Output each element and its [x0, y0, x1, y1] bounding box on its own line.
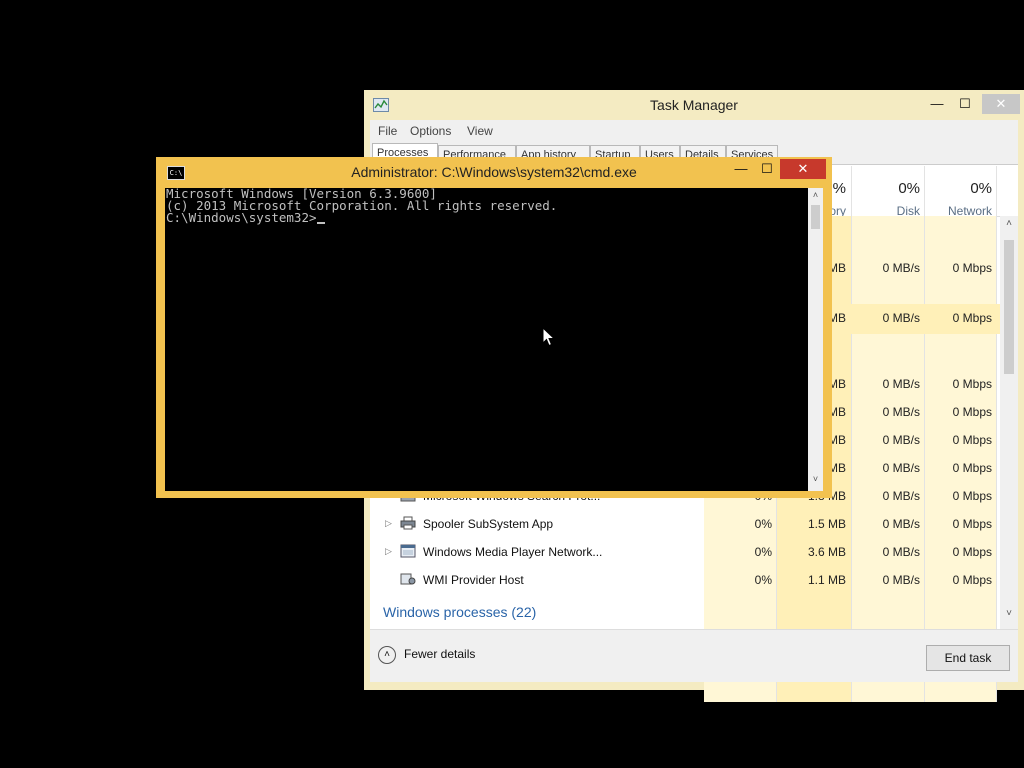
table-row[interactable]: WMI Provider Host 0% 1.1 MB 0 MB/s 0 Mbp…: [370, 566, 1000, 594]
console-prompt-line: C:\Windows\system32>: [165, 210, 808, 225]
column-separator: [924, 166, 925, 216]
menu-bar: File Options View: [370, 120, 1018, 142]
disk-cell: 0 MB/s: [882, 461, 920, 475]
console-area[interactable]: Microsoft Windows [Version 6.3.9600] (c)…: [165, 188, 808, 491]
process-name: Windows Media Player Network...: [423, 545, 603, 559]
disk-percent[interactable]: 0%: [870, 180, 920, 197]
printer-icon: [400, 516, 416, 530]
menu-options[interactable]: Options: [410, 124, 451, 138]
menu-file[interactable]: File: [378, 124, 397, 138]
network-cell: 0 Mbps: [952, 489, 992, 503]
footer-bar: ˄ Fewer details End task: [370, 629, 1018, 682]
memory-cell: 3.6 MB: [807, 545, 846, 559]
cmd-window: C:\ Administrator: C:\Windows\system32\c…: [156, 157, 832, 498]
column-separator: [851, 166, 852, 216]
console-scrollbar[interactable]: ˄ ˅: [808, 188, 823, 491]
chevron-up-icon: ˄: [378, 646, 396, 664]
scroll-up-icon[interactable]: ˄: [1000, 218, 1018, 229]
network-cell: 0 Mbps: [952, 573, 992, 587]
network-cell: 0 Mbps: [952, 405, 992, 419]
minimize-button[interactable]: —: [728, 159, 754, 179]
disk-cell: 0 MB/s: [882, 405, 920, 419]
expand-arrow-icon[interactable]: ▷: [385, 546, 392, 557]
network-cell: 0 Mbps: [952, 433, 992, 447]
task-manager-titlebar[interactable]: Task Manager — ☐ ✕: [364, 90, 1024, 120]
menu-view[interactable]: View: [467, 124, 493, 138]
disk-cell: 0 MB/s: [882, 545, 920, 559]
process-name: WMI Provider Host: [423, 573, 524, 587]
network-cell: 0 Mbps: [952, 261, 992, 275]
disk-cell: 0 MB/s: [882, 377, 920, 391]
mouse-pointer-icon: [542, 327, 556, 347]
close-button[interactable]: ✕: [982, 94, 1020, 114]
fewer-details-label: Fewer details: [404, 647, 476, 662]
process-name: Spooler SubSystem App: [423, 517, 554, 531]
network-cell: 0 Mbps: [952, 545, 992, 559]
network-cell: 0 Mbps: [952, 517, 992, 531]
cpu-cell: 0%: [754, 545, 772, 559]
maximize-button[interactable]: ☐: [754, 159, 780, 179]
table-row[interactable]: ▷ Spooler SubSystem App 0% 1.5 MB 0 MB/s…: [370, 510, 1000, 538]
scroll-up-icon[interactable]: ˄: [808, 190, 823, 200]
cpu-cell: 0%: [754, 517, 772, 531]
disk-cell: 0 MB/s: [882, 517, 920, 531]
disk-cell: 0 MB/s: [882, 433, 920, 447]
memory-cell: 1.5 MB: [807, 517, 846, 531]
cpu-cell: 0%: [754, 573, 772, 587]
scroll-down-icon[interactable]: ˅: [1000, 608, 1018, 619]
scroll-thumb[interactable]: [1004, 240, 1014, 374]
service-window-icon: [400, 544, 416, 558]
scroll-thumb[interactable]: [811, 205, 820, 229]
column-separator: [996, 166, 997, 216]
table-row[interactable]: ▷ Windows Media Player Network... 0% 3.6…: [370, 538, 1000, 566]
expand-arrow-icon[interactable]: ▷: [385, 518, 392, 529]
minimize-button[interactable]: —: [924, 94, 950, 114]
console-prompt: C:\Windows\system32>: [166, 210, 317, 225]
maximize-button[interactable]: ☐: [952, 94, 978, 114]
memory-cell: 1.1 MB: [807, 573, 846, 587]
cmd-titlebar[interactable]: C:\ Administrator: C:\Windows\system32\c…: [156, 157, 832, 188]
network-cell: 0 Mbps: [952, 311, 992, 325]
fewer-details-button[interactable]: ˄ Fewer details: [378, 646, 475, 664]
disk-cell: 0 MB/s: [882, 489, 920, 503]
disk-cell: 0 MB/s: [882, 261, 920, 275]
network-cell: 0 Mbps: [952, 461, 992, 475]
close-button[interactable]: ✕: [780, 159, 826, 179]
wmi-host-icon: [400, 573, 416, 585]
process-list-scrollbar[interactable]: ˄ ˅: [1000, 216, 1018, 656]
network-percent[interactable]: 0%: [930, 180, 992, 197]
scroll-down-icon[interactable]: ˅: [808, 474, 823, 484]
disk-cell: 0 MB/s: [882, 311, 920, 325]
network-cell: 0 Mbps: [952, 377, 992, 391]
text-cursor: [316, 222, 325, 224]
end-task-button[interactable]: End task: [926, 645, 1010, 671]
disk-cell: 0 MB/s: [882, 573, 920, 587]
group-header-windows-processes[interactable]: Windows processes (22): [383, 604, 536, 620]
